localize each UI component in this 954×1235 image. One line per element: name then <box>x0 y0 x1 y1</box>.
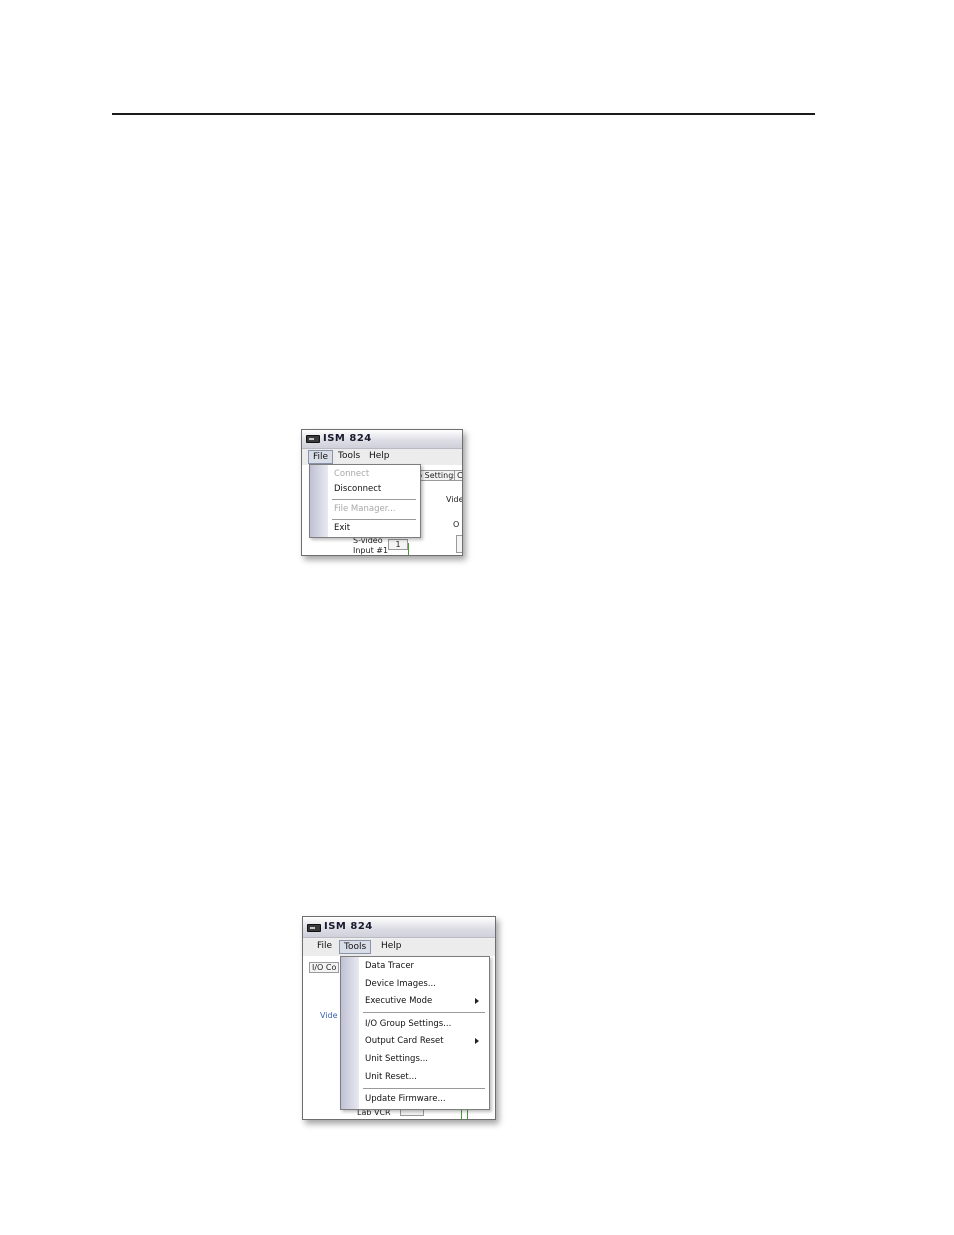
screenshot-tools-menu: ISM 824 File Tools Help I/O Co Vide Lab … <box>302 916 496 1120</box>
screenshot-file-menu: ISM 824 File Tools Help p Settings C Vid… <box>301 429 463 556</box>
menu-help[interactable]: Help <box>365 450 394 463</box>
window-titlebar: ISM 824 <box>302 430 462 449</box>
menu-gutter <box>310 465 328 537</box>
cable-line <box>408 543 409 555</box>
page-header-rule <box>112 113 815 115</box>
menu-separator <box>332 499 416 500</box>
menu-item-update-firmware[interactable]: Update Firmware... <box>365 1092 485 1106</box>
menu-bar: File Tools Help <box>303 939 495 956</box>
menu-item-disconnect[interactable]: Disconnect <box>334 482 416 496</box>
menu-item-device-images[interactable]: Device Images... <box>365 977 485 991</box>
menu-file[interactable]: File <box>313 940 336 953</box>
window-titlebar: ISM 824 <box>303 917 495 938</box>
menu-item-label: Executive Mode <box>365 996 433 1006</box>
menu-file[interactable]: File <box>308 450 334 464</box>
tab-next-fragment[interactable]: C <box>454 470 462 481</box>
menu-bar: File Tools Help <box>302 449 462 465</box>
output-button-fragment[interactable] <box>456 535 462 553</box>
submenu-arrow-icon <box>475 998 479 1004</box>
menu-item-io-group-settings[interactable]: I/O Group Settings... <box>365 1017 485 1031</box>
device-icon <box>307 924 321 932</box>
submenu-arrow-icon <box>475 1038 479 1044</box>
window-title: ISM 824 <box>323 433 372 444</box>
menu-help[interactable]: Help <box>377 940 406 953</box>
menu-item-data-tracer[interactable]: Data Tracer <box>365 959 485 973</box>
menu-item-output-card-reset[interactable]: Output Card Reset <box>365 1034 485 1048</box>
menu-item-connect[interactable]: Connect <box>334 467 416 481</box>
window-title: ISM 824 <box>324 921 373 932</box>
tab-io-fragment[interactable]: I/O Co <box>309 962 340 973</box>
tools-dropdown-menu: Data Tracer Device Images... Executive M… <box>340 956 490 1110</box>
menu-item-executive-mode[interactable]: Executive Mode <box>365 994 485 1008</box>
menu-gutter <box>341 957 359 1109</box>
menu-item-file-manager[interactable]: File Manager... <box>334 502 416 516</box>
menu-item-label: Output Card Reset <box>365 1036 444 1046</box>
menu-item-exit[interactable]: Exit <box>334 521 416 535</box>
output-label-fragment: O <box>453 520 460 529</box>
file-dropdown-menu: Connect Disconnect File Manager... Exit <box>309 464 421 538</box>
menu-tools[interactable]: Tools <box>339 940 372 954</box>
video-group-fragment: Vide <box>320 1011 338 1020</box>
menu-separator <box>332 519 416 520</box>
menu-item-unit-reset[interactable]: Unit Reset... <box>365 1070 485 1084</box>
menu-item-unit-settings[interactable]: Unit Settings... <box>365 1052 485 1066</box>
input-number-button[interactable]: 1 <box>388 539 408 550</box>
device-icon <box>306 435 320 443</box>
menu-tools[interactable]: Tools <box>334 450 364 463</box>
video-label-fragment: Vide <box>446 495 463 504</box>
svideo-label-line2: Input #1 <box>353 546 389 555</box>
menu-separator <box>363 1012 485 1013</box>
menu-separator <box>363 1088 485 1089</box>
